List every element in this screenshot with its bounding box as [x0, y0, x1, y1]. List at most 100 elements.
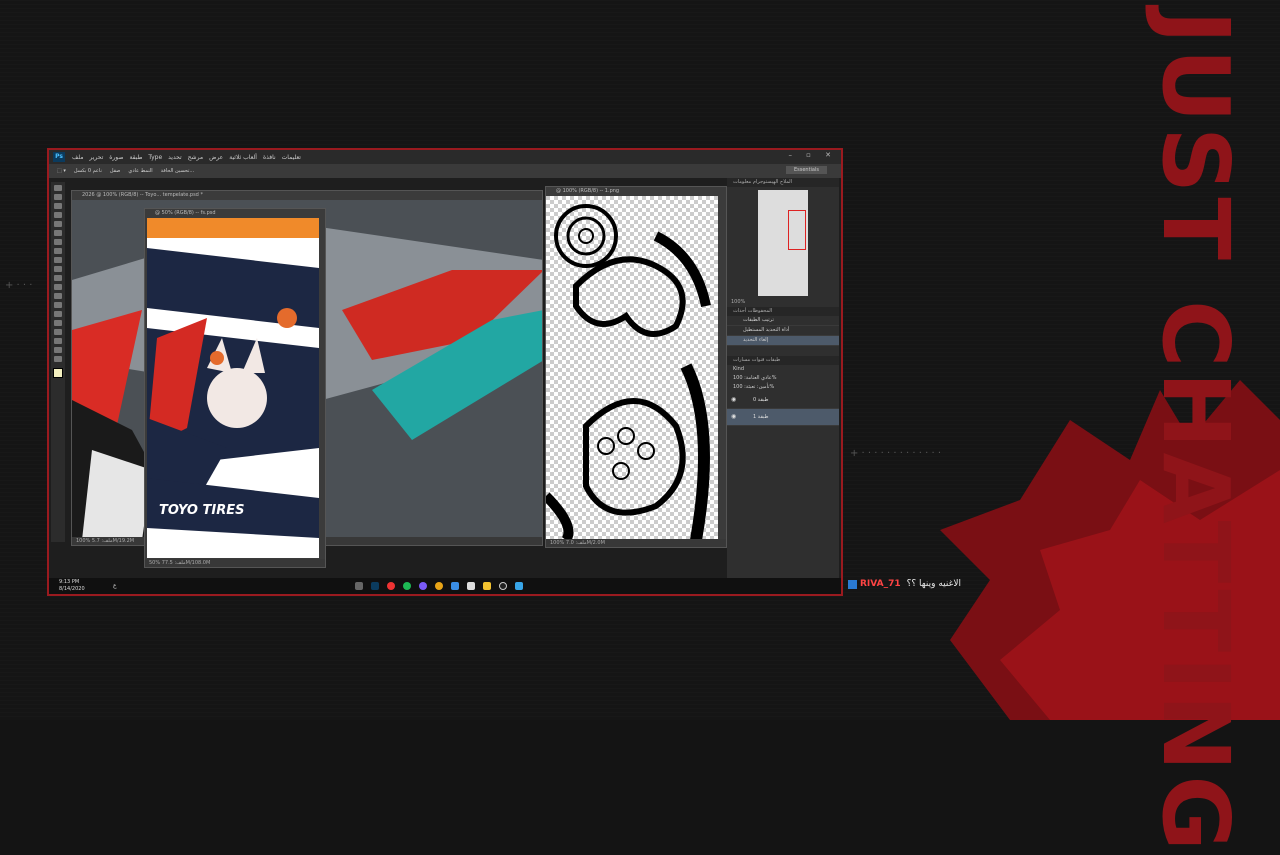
- menu-item[interactable]: طبقة: [130, 154, 143, 161]
- spotify-icon[interactable]: [403, 582, 411, 590]
- stamp-tool-icon[interactable]: [54, 257, 62, 263]
- shape-tool-icon[interactable]: [54, 338, 62, 344]
- start-icon[interactable]: [515, 582, 523, 590]
- mail-icon[interactable]: [451, 582, 459, 590]
- blend-row: عادي العتامة: 100%: [727, 374, 839, 383]
- navigator-thumbnail[interactable]: [758, 190, 808, 296]
- doc-info: ملف: 77.5M/108.0M: [161, 560, 211, 566]
- gradient-tool-icon[interactable]: [54, 284, 62, 290]
- lock-label: تأمين:: [756, 384, 770, 390]
- chat-username[interactable]: RIVA_71: [860, 579, 901, 589]
- fill-label: تعبئة:: [744, 384, 756, 390]
- wand-tool-icon[interactable]: [54, 212, 62, 218]
- layer-kind[interactable]: Kind: [733, 366, 744, 372]
- path-select-icon[interactable]: [54, 329, 62, 335]
- menu-item[interactable]: نافذة: [263, 154, 276, 161]
- document-window-toyo[interactable]: @ 50% (RGB/8) -- fs.psd TOYO TIRES 50% م…: [144, 208, 326, 568]
- photoshop-taskbar-icon[interactable]: [371, 582, 379, 590]
- feather-field[interactable]: ناعم 0 بكسل: [74, 168, 102, 174]
- marquee-tool-icon[interactable]: [54, 194, 62, 200]
- menu-item[interactable]: ملف: [72, 154, 83, 161]
- history-item[interactable]: ترتيب الطبقات: [727, 316, 839, 326]
- status-bar: 100% ملف: 7.0M/2.0M: [546, 539, 726, 547]
- document-tab[interactable]: @ 100% (RGB/8) -- 1.png: [546, 187, 726, 196]
- zoom-level: 100%: [76, 538, 91, 544]
- right-panel-dock: الملاح الهيستوجرام معلومات 100% المحفوظا…: [727, 178, 839, 578]
- menu-item[interactable]: مرشح: [188, 154, 203, 161]
- taskbar-clock[interactable]: 9:13 PM 8/14/2020: [59, 579, 85, 593]
- document-window-floral[interactable]: @ 100% (RGB/8) -- 1.png 100% ملف: 7.0M/2…: [545, 186, 727, 548]
- status-bar: 50% ملف: 77.5M/108.0M: [145, 559, 325, 567]
- zoom-tool-icon[interactable]: [54, 356, 62, 362]
- toyo-artwork-canvas: TOYO TIRES: [147, 218, 319, 558]
- dodge-tool-icon[interactable]: [54, 302, 62, 308]
- menu-item[interactable]: Type: [148, 154, 162, 161]
- eyedropper-tool-icon[interactable]: [54, 230, 62, 236]
- chrome-icon[interactable]: [435, 582, 443, 590]
- menu-item[interactable]: تعليمات: [282, 154, 301, 161]
- history-item[interactable]: إلغاء التحديد: [727, 336, 839, 346]
- chat-message: RIVA_71 الاغنيه وينها ؟؟: [848, 577, 961, 591]
- chat-user-badge-icon: [848, 579, 857, 589]
- search-icon[interactable]: [499, 582, 507, 590]
- toyo-tires-logo: TOYO TIRES: [159, 503, 244, 518]
- floral-canvas: [546, 196, 718, 543]
- options-bar: ⬚ ▾ ناعم 0 بكسل صقل النمط عادي تحسين الح…: [49, 164, 841, 178]
- hand-tool-icon[interactable]: [54, 347, 62, 353]
- history-item[interactable]: أداة التحديد المستطيل: [727, 326, 839, 336]
- refine-edge-button[interactable]: تحسين الحافة...: [161, 168, 195, 174]
- app-icon[interactable]: [387, 582, 395, 590]
- store-icon[interactable]: [467, 582, 475, 590]
- history-brush-icon[interactable]: [54, 266, 62, 272]
- history-tabs[interactable]: المحفوظات أحداث: [727, 307, 839, 316]
- layer-name: طبقة 0: [753, 397, 769, 403]
- blend-mode-select[interactable]: عادي: [761, 375, 772, 381]
- navigator-tabs[interactable]: الملاح الهيستوجرام معلومات: [727, 178, 839, 187]
- menu-item[interactable]: صورة: [109, 154, 123, 161]
- stream-screen-frame: Ps ملف تحرير صورة طبقة Type تحديد مرشح ع…: [47, 148, 843, 596]
- move-tool-icon[interactable]: [54, 185, 62, 191]
- eye-icon[interactable]: ◉: [731, 392, 736, 408]
- layer-row[interactable]: ◉ طبقة 1: [727, 409, 839, 426]
- folder-icon[interactable]: [483, 582, 491, 590]
- healing-tool-icon[interactable]: [54, 239, 62, 245]
- decor-dots: + · · · · · · · · · · · · ·: [850, 448, 942, 459]
- brush-tool-icon[interactable]: [54, 248, 62, 254]
- eye-icon[interactable]: ◉: [731, 409, 736, 425]
- menu-item[interactable]: ألعاب ثلاثية: [229, 154, 257, 161]
- doc-info: ملف: 5.7M/19.2M: [91, 538, 135, 544]
- navigator-view-box[interactable]: [788, 210, 806, 250]
- document-tab[interactable]: @ 50% (RGB/8) -- fs.psd: [145, 209, 325, 218]
- blur-tool-icon[interactable]: [54, 293, 62, 299]
- discord-icon[interactable]: [419, 582, 427, 590]
- layer-filter[interactable]: Kind: [727, 365, 839, 374]
- layers-tabs[interactable]: طبقات قنوات مسارات: [727, 356, 839, 365]
- explorer-icon[interactable]: [355, 582, 363, 590]
- foreground-color-swatch[interactable]: [53, 368, 63, 378]
- style-select[interactable]: النمط عادي: [128, 168, 152, 174]
- pen-tool-icon[interactable]: [54, 311, 62, 317]
- marquee-tool-icon[interactable]: ⬚ ▾: [57, 168, 66, 174]
- just-chatting-brand-text: JUST CHATTING: [1142, 10, 1249, 855]
- layer-row[interactable]: ◉ طبقة 0: [727, 392, 839, 409]
- clock-date: 8/14/2020: [59, 586, 85, 592]
- menu-item[interactable]: تحرير: [89, 154, 103, 161]
- doc-info: ملف: 7.0M/2.0M: [565, 540, 605, 546]
- window-controls[interactable]: – ▫ ✕: [788, 151, 837, 159]
- type-tool-icon[interactable]: [54, 320, 62, 326]
- opacity-label: العتامة:: [744, 375, 760, 381]
- language-indicator[interactable]: ع: [113, 582, 117, 589]
- menu-item[interactable]: عرض: [209, 154, 223, 161]
- workspace-select[interactable]: Essentials: [785, 166, 827, 174]
- crop-tool-icon[interactable]: [54, 221, 62, 227]
- antialias-checkbox[interactable]: صقل: [110, 168, 121, 174]
- navigator-zoom[interactable]: 100%: [727, 299, 839, 307]
- windows-taskbar: 9:13 PM 8/14/2020 ع: [49, 578, 841, 594]
- lasso-tool-icon[interactable]: [54, 203, 62, 209]
- layer-name: طبقة 1: [753, 414, 769, 420]
- eraser-tool-icon[interactable]: [54, 275, 62, 281]
- photoshop-logo-icon: Ps: [53, 152, 65, 162]
- document-tab[interactable]: 2026 @ 100% (RGB/8) -- Toyo... tempelate…: [72, 191, 542, 200]
- menu-item[interactable]: تحديد: [168, 154, 182, 161]
- photoshop-menubar: Ps ملف تحرير صورة طبقة Type تحديد مرشح ع…: [49, 150, 841, 164]
